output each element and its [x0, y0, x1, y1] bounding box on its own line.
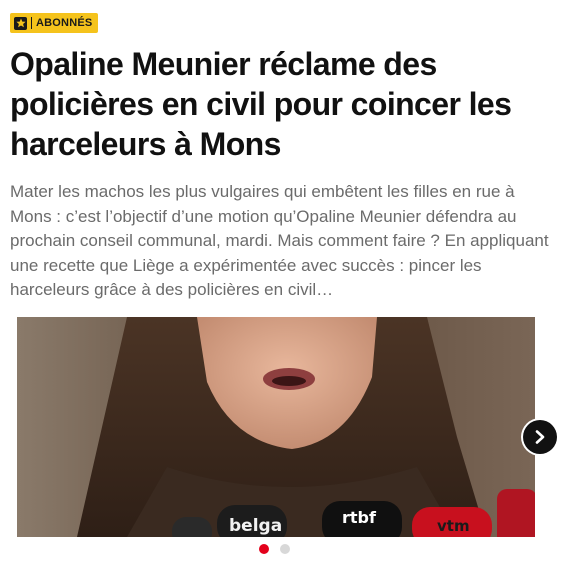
- carousel-next-button[interactable]: [523, 420, 557, 454]
- article-title[interactable]: Opaline Meunier réclame des policières e…: [10, 44, 560, 164]
- carousel-dot-1[interactable]: [259, 544, 269, 554]
- mic-label-rtbf: rtbf: [342, 508, 377, 527]
- article-photo: belga rtbf vtm: [17, 317, 535, 537]
- image-carousel[interactable]: belga rtbf vtm: [17, 317, 535, 537]
- star-icon: [14, 16, 27, 30]
- chevron-right-icon: [535, 430, 545, 444]
- mic-label-vtm: vtm: [437, 517, 470, 535]
- badge-label: ABONNÉS: [36, 17, 93, 29]
- carousel-pagination: [259, 544, 290, 554]
- badge-divider: [31, 17, 32, 29]
- subscribers-badge: ABONNÉS: [10, 13, 99, 33]
- article-summary: Mater les machos les plus vulgaires qui …: [10, 182, 549, 299]
- mic-label-belga: belga: [229, 516, 282, 536]
- carousel-dot-2[interactable]: [280, 544, 290, 554]
